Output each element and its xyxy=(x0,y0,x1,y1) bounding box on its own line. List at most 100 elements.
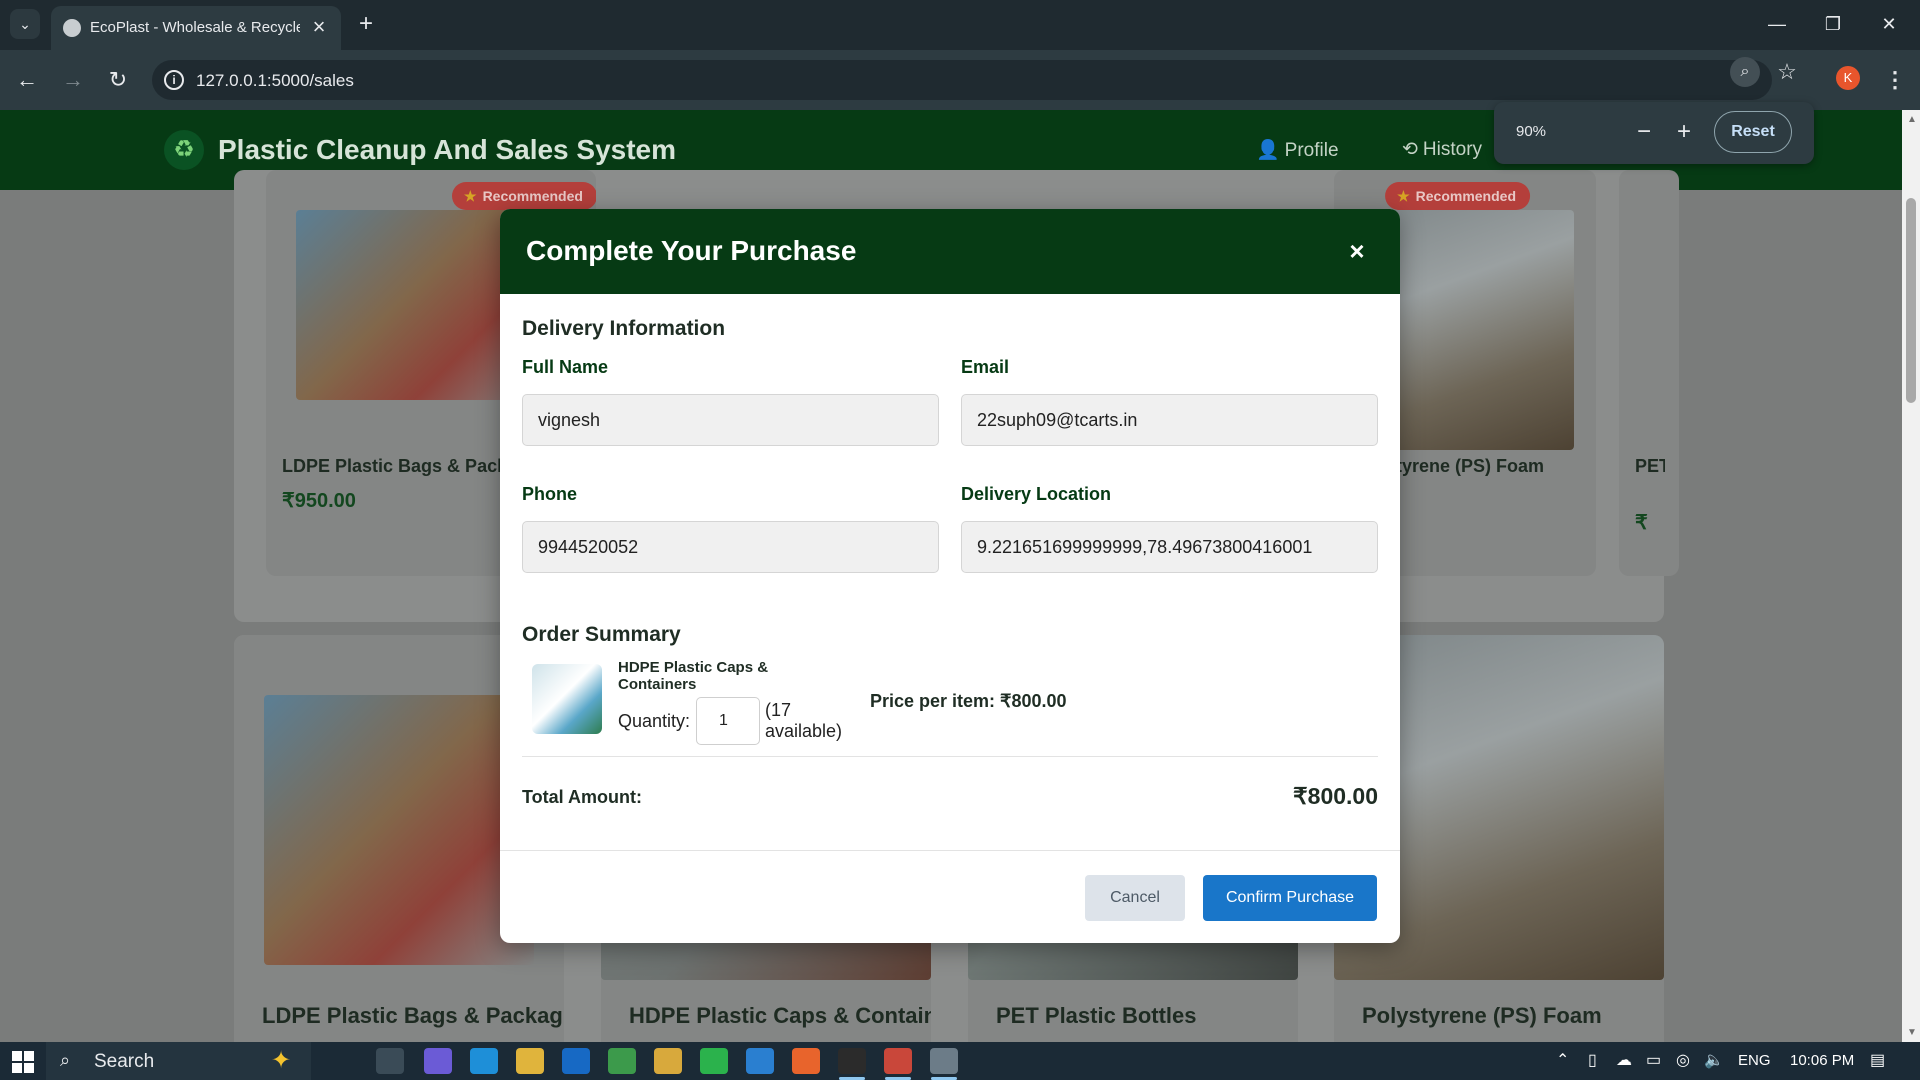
zoom-out-button[interactable]: − xyxy=(1628,116,1660,148)
recommended-badge: ★ Recommended xyxy=(452,182,596,210)
tray-chevron-icon[interactable]: ⌃ xyxy=(1556,1050,1569,1070)
nav-profile[interactable]: 👤 Profile xyxy=(1256,138,1339,162)
volume-icon[interactable]: 🔈 xyxy=(1704,1050,1724,1070)
taskbar-search[interactable]: ⌕ Search ✦ xyxy=(46,1042,311,1080)
zoom-popup: 90% − + Reset xyxy=(1494,102,1814,164)
battery-icon[interactable]: ▭ xyxy=(1646,1050,1661,1070)
email-input[interactable]: 22suph09@tcarts.in xyxy=(961,394,1378,446)
copilot-app-icon[interactable] xyxy=(424,1048,452,1074)
total-amount-value: ₹800.00 xyxy=(1293,783,1378,809)
product-price: ₹950.00 xyxy=(282,490,356,512)
product-card[interactable]: PET Plastic Bottles ₹ xyxy=(1619,170,1679,576)
site-title: Plastic Cleanup And Sales System xyxy=(218,134,677,165)
chrome-icon[interactable] xyxy=(608,1048,636,1074)
meet-icon[interactable]: ▯ xyxy=(1588,1050,1597,1070)
bookmark-star-icon[interactable]: ☆ xyxy=(1772,57,1802,87)
delivery-location-label: Delivery Location xyxy=(961,484,1112,504)
full-name-label: Full Name xyxy=(522,357,609,377)
browser-menu-icon[interactable]: ⋮ xyxy=(1880,65,1910,95)
microsoft-store-icon[interactable] xyxy=(654,1048,682,1074)
quantity-available: (17 available) xyxy=(765,700,843,741)
zoom-level: 90% xyxy=(1516,123,1547,140)
outlook-icon[interactable] xyxy=(562,1048,590,1074)
language-indicator[interactable]: ENG xyxy=(1738,1052,1771,1069)
file-explorer-icon[interactable] xyxy=(516,1048,544,1074)
vscode-icon[interactable] xyxy=(746,1048,774,1074)
terminal-icon[interactable] xyxy=(838,1048,866,1074)
forward-icon[interactable]: → xyxy=(58,65,88,95)
recommended-badge: ★ Recommended xyxy=(1385,182,1530,210)
user-icon: 👤 xyxy=(1256,140,1280,161)
close-icon[interactable]: × xyxy=(1340,231,1374,271)
search-icon: ⌕ xyxy=(60,1050,71,1070)
phone-input[interactable]: 9944520052 xyxy=(522,521,939,573)
summary-product-name: HDPE Plastic Caps & Containers xyxy=(618,659,769,693)
clock[interactable]: 10:06 PM xyxy=(1790,1052,1854,1069)
zoom-in-button[interactable]: + xyxy=(1668,116,1700,148)
recycle-logo-icon: ♻ xyxy=(164,130,204,170)
quantity-input[interactable]: 1 xyxy=(696,697,760,745)
nav-history-label: History xyxy=(1422,139,1483,160)
email-label: Email xyxy=(961,357,1010,377)
confirm-purchase-button[interactable]: Confirm Purchase xyxy=(1203,875,1377,921)
delivery-location-input[interactable]: 9.221651699999999,78.49673800416001 xyxy=(961,521,1378,573)
tab-search-icon[interactable]: ⌄ xyxy=(10,9,40,39)
profile-avatar[interactable]: K xyxy=(1836,66,1860,90)
url-text[interactable]: 127.0.0.1:5000/sales xyxy=(196,71,354,91)
chrome-active-icon[interactable] xyxy=(884,1048,912,1074)
taskbar: ⌕ Search ✦ ⌃ ▯ ☁ ▭ ◎ 🔈 ENG 10:06 PM ▤ xyxy=(0,1042,1920,1080)
browser-tabstrip: ⌄ EcoPlast - Wholesale & Recycled × + — … xyxy=(0,0,1920,50)
cloud-icon[interactable]: ☁ xyxy=(1616,1050,1632,1070)
globe-icon xyxy=(63,19,81,37)
site-info-icon[interactable]: i xyxy=(164,70,184,90)
tab-close-icon[interactable]: × xyxy=(307,15,331,39)
new-tab-icon[interactable]: + xyxy=(352,10,380,38)
back-icon[interactable]: ← xyxy=(12,65,42,95)
task-view-icon[interactable] xyxy=(376,1048,404,1074)
delivery-heading: Delivery Information xyxy=(522,317,726,340)
order-summary-heading: Order Summary xyxy=(522,623,681,646)
phone-label: Phone xyxy=(522,484,578,504)
zoom-icon[interactable]: ⌕ xyxy=(1730,57,1760,87)
edge-icon[interactable] xyxy=(470,1048,498,1074)
firefox-icon[interactable] xyxy=(792,1048,820,1074)
notifications-icon[interactable]: ▤ xyxy=(1870,1050,1885,1070)
page-scrollbar[interactable]: ▲ ▼ xyxy=(1902,110,1920,1042)
scroll-thumb[interactable] xyxy=(1906,198,1916,403)
total-amount-label: Total Amount: xyxy=(522,787,642,807)
badge-label: Recommended xyxy=(482,188,583,204)
windows-start-icon[interactable] xyxy=(12,1051,34,1073)
zoom-reset-button[interactable]: Reset xyxy=(1714,111,1792,153)
address-bar[interactable]: i 127.0.0.1:5000/sales xyxy=(152,60,1772,100)
product-name: LDPE Plastic Bags & Packaging xyxy=(262,1003,564,1028)
star-icon: ★ xyxy=(1397,188,1410,204)
quantity-label: Quantity: xyxy=(618,711,691,731)
browser-toolbar: ← → ↻ i 127.0.0.1:5000/sales ⌕ ☆ K ⋮ xyxy=(0,50,1920,110)
product-image xyxy=(264,695,534,965)
badge-label: Recommended xyxy=(1415,188,1516,204)
product-name: PET Plastic Bottles xyxy=(1635,456,1665,476)
minimize-icon[interactable]: — xyxy=(1754,8,1800,40)
network-icon[interactable]: ◎ xyxy=(1676,1050,1690,1070)
reload-icon[interactable]: ↻ xyxy=(103,65,133,95)
cancel-button[interactable]: Cancel xyxy=(1085,875,1185,921)
tab-title: EcoPlast - Wholesale & Recycled xyxy=(90,19,300,36)
whatsapp-icon[interactable] xyxy=(700,1048,728,1074)
product-price: ₹ xyxy=(1635,512,1648,534)
scroll-down-arrow-icon[interactable]: ▼ xyxy=(1907,1027,1917,1038)
copilot-sparkle-icon: ✦ xyxy=(271,1047,292,1074)
nav-profile-label: Profile xyxy=(1284,140,1339,161)
purchase-modal: Complete Your Purchase × Delivery Inform… xyxy=(500,209,1400,943)
full-name-input[interactable]: vignesh xyxy=(522,394,939,446)
summary-divider xyxy=(522,756,1378,757)
history-icon: ⟲ xyxy=(1402,139,1418,160)
modal-header: Complete Your Purchase × xyxy=(500,209,1400,294)
scroll-up-arrow-icon[interactable]: ▲ xyxy=(1907,114,1917,125)
app-icon[interactable] xyxy=(930,1048,958,1074)
product-name: PET Plastic Bottles xyxy=(996,1003,1197,1028)
restore-icon[interactable]: ❐ xyxy=(1810,8,1856,40)
taskbar-search-placeholder: Search xyxy=(94,1051,155,1072)
nav-history[interactable]: ⟲ History xyxy=(1402,138,1482,161)
browser-tab[interactable]: EcoPlast - Wholesale & Recycled × xyxy=(51,6,341,50)
close-window-icon[interactable]: ✕ xyxy=(1866,8,1912,40)
